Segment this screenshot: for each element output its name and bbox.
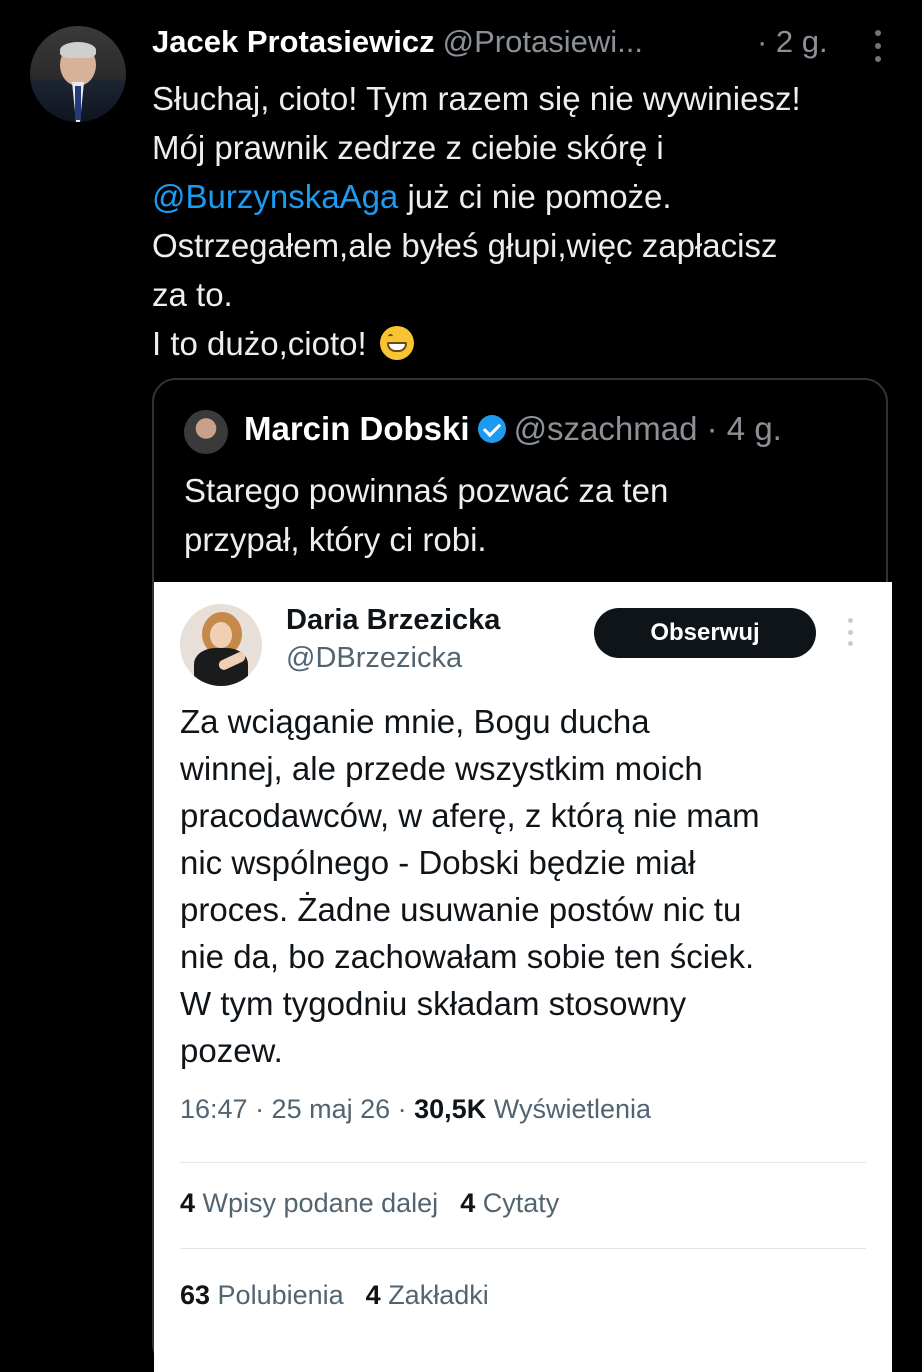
screenshot-author-name: Daria Brzezicka [286,604,501,636]
bookmarks-count: 4 [365,1280,381,1310]
bookmarks-label: Zakładki [380,1280,489,1310]
screenshot-text: Za wciąganie mnie, Bogu ducha winnej, al… [180,698,870,1074]
tweet-line-text: I to dużo,cioto! [152,325,376,362]
views-count: 30,5K [414,1094,487,1124]
quotes-label: Cytaty [475,1188,560,1218]
screenshot-line: proces. Żadne usuwanie postów nic tu [180,891,742,928]
avatar-tie [75,86,81,120]
screenshot-line: winnej, ale przede wszystkim moich [180,750,703,787]
quote-author-name[interactable]: Marcin Dobski [244,410,470,447]
avatar-hair [60,42,96,58]
screenshot-line: Za wciąganie mnie, Bogu ducha [180,703,650,740]
more-options-icon[interactable] [874,30,882,62]
quote-line: Starego powinnaś pozwać za ten [184,472,669,509]
tweet-text: Słuchaj, cioto! Tym razem się nie wywini… [152,74,892,368]
tweet-line-rest: już ci nie pomoże. [398,178,672,215]
tweet-line: Ostrzegałem,ale byłeś głupi,więc zapłaci… [152,227,778,264]
tweet-line: za to. [152,276,233,313]
author-avatar[interactable] [30,26,126,122]
screenshot-author-handle: @DBrzezicka [286,642,463,674]
divider [180,1162,866,1163]
tweet-line: @BurzynskaAga już ci nie pomoże. [152,172,892,221]
likes-count: 63 [180,1280,211,1310]
tweet-line: I to dużo,cioto! [152,319,892,368]
screenshot-more-icon [847,618,853,646]
tweet-line: Słuchaj, cioto! Tym razem się nie wywini… [152,80,801,117]
screenshot-line: pracodawców, w aferę, z którą nie mam [180,797,760,834]
attached-screenshot[interactable]: Daria Brzezicka @DBrzezicka Obserwuj Za … [154,582,892,1372]
screenshot-meta: 16:47 · 25 maj 26 · 30,5K Wyświetlenia [180,1094,651,1125]
tweet-line: Mój prawnik zedrze z ciebie skórę i [152,129,664,166]
divider [180,1248,866,1249]
screenshot-line: nic wspólnego - Dobski będzie miał [180,844,696,881]
tweet-time[interactable]: · 2 g. [757,24,828,60]
quoted-tweet[interactable]: Marcin Dobski @szachmad · 4 g. Starego po… [152,378,892,1372]
author-handle[interactable]: @Protasiewi... [443,24,643,59]
screenshot-line: nie da, bo zachowałam sobie ten ściek. [180,938,755,975]
likes-label: Polubienia [210,1280,344,1310]
stats-row-reposts: 4 Wpisy podane dalej 4 Cytaty [180,1188,559,1219]
screenshot-line: pozew. [180,1032,283,1069]
stats-row-likes: 63 Polubienia 4 Zakładki [180,1280,489,1311]
tweet-header: Jacek Protasiewicz @Protasiewi... · 2 g. [152,24,882,64]
reposts-count: 4 [180,1188,196,1218]
mention-link[interactable]: @BurzynskaAga [152,178,398,215]
follow-button: Obserwuj [594,608,816,658]
quote-author-handle[interactable]: @szachmad [514,410,698,447]
quote-text: Starego powinnaś pozwać za ten przypał, … [184,466,834,564]
quote-header: Marcin Dobski @szachmad · 4 g. [244,410,782,448]
quotes-count: 4 [460,1188,476,1218]
verified-badge-icon [477,415,506,443]
screenshot-line: W tym tygodniu składam stosowny [180,985,687,1022]
views-label: Wyświetlenia [486,1094,652,1124]
screenshot-avatar [180,604,262,686]
quote-time[interactable]: · 4 g. [707,410,782,447]
grinning-face-icon [379,326,414,360]
quote-author-avatar[interactable] [184,410,228,454]
quote-line: przypał, który ci robi. [184,521,487,558]
reposts-label: Wpisy podane dalej [195,1188,439,1218]
screenshot-timestamp: 16:47 · 25 maj 26 · [180,1094,415,1124]
author-name[interactable]: Jacek Protasiewicz [152,24,435,59]
